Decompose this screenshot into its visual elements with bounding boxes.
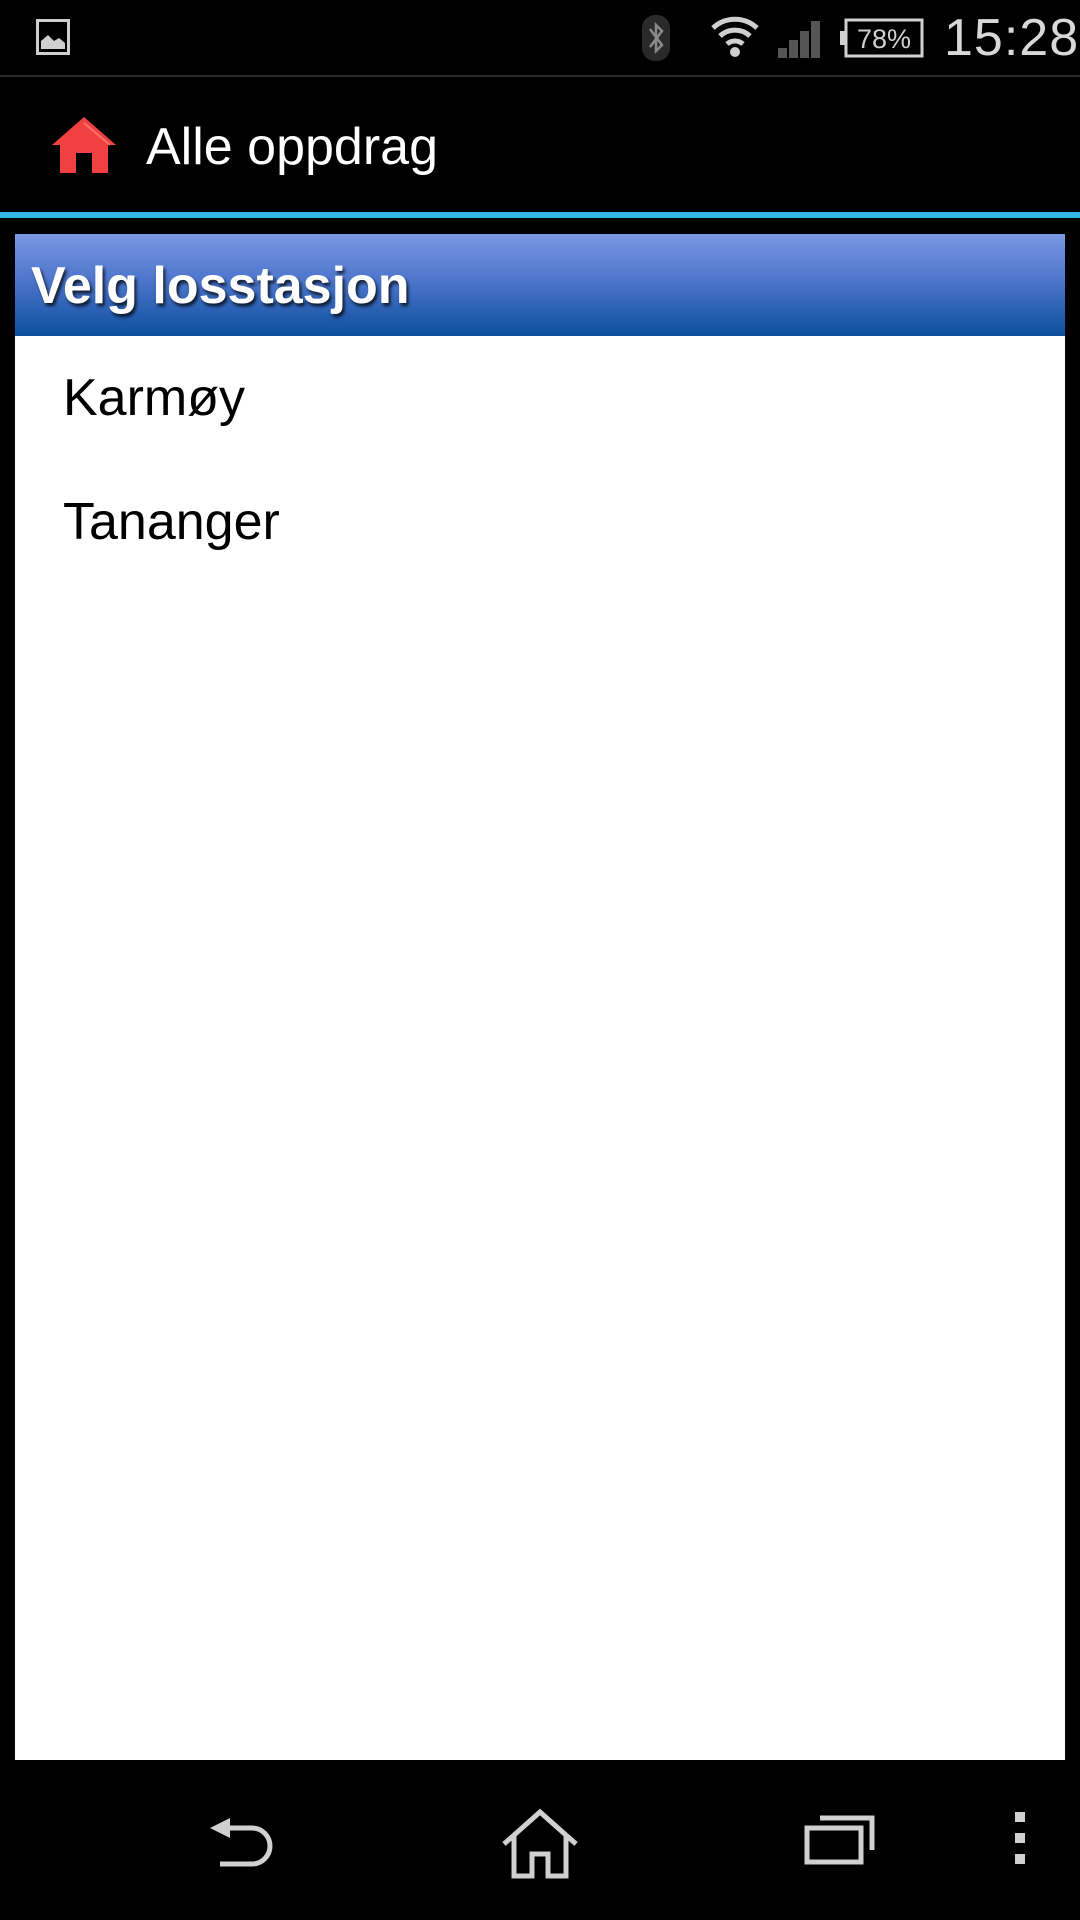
list-item-label: Tananger bbox=[63, 493, 280, 551]
page-title: Alle oppdrag bbox=[146, 118, 438, 176]
home-icon[interactable] bbox=[50, 115, 118, 175]
navigation-bar bbox=[0, 1760, 1080, 1920]
station-picker-panel: Velg losstasjon Karmøy Tananger bbox=[15, 234, 1065, 1760]
gallery-notification-icon bbox=[36, 19, 70, 55]
signal-icon bbox=[778, 21, 820, 58]
action-bar-accent-line bbox=[0, 212, 1080, 218]
overflow-menu-icon[interactable] bbox=[1010, 1810, 1030, 1866]
panel-title: Velg losstasjon bbox=[31, 257, 410, 315]
list-item-label: Karmøy bbox=[63, 369, 245, 427]
action-bar: Alle oppdrag bbox=[0, 77, 1080, 218]
battery-percent: 78% bbox=[857, 24, 911, 54]
panel-header: Velg losstasjon bbox=[15, 234, 1065, 336]
station-list: Karmøy Tananger bbox=[15, 336, 1065, 584]
battery-icon: 78% bbox=[840, 18, 924, 62]
wifi-icon bbox=[711, 16, 759, 57]
status-time: 15:28 bbox=[944, 9, 1080, 67]
bluetooth-icon bbox=[642, 15, 670, 61]
list-item-tananger[interactable]: Tananger bbox=[15, 460, 1065, 584]
home-icon[interactable] bbox=[500, 1808, 580, 1880]
status-bar: 78% 15:28 bbox=[0, 0, 1080, 77]
recent-apps-icon[interactable] bbox=[804, 1814, 876, 1866]
back-icon[interactable] bbox=[204, 1814, 276, 1870]
list-item-karmoy[interactable]: Karmøy bbox=[15, 336, 1065, 460]
